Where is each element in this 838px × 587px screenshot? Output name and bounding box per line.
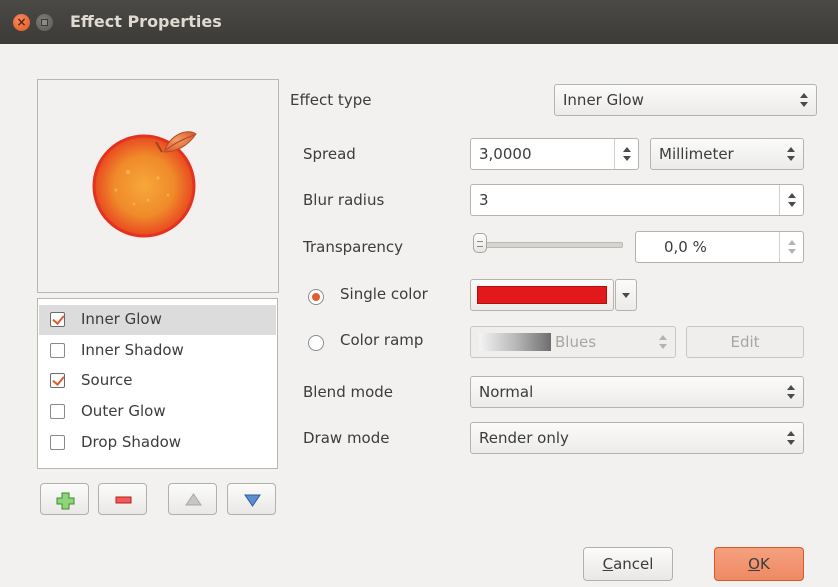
spread-value: 3,0000 — [479, 145, 532, 163]
orange-fruit-icon — [92, 131, 197, 238]
stepper-arrows-icon — [788, 193, 796, 207]
spread-input[interactable]: 3,0000 — [470, 138, 639, 170]
cancel-button-label: Cancel — [602, 555, 654, 573]
blur-radius-stepper[interactable] — [779, 185, 803, 215]
list-item-label: Drop Shadow — [81, 433, 182, 451]
arrow-down-icon — [244, 494, 261, 507]
add-effect-button[interactable] — [40, 483, 89, 515]
chevron-updown-icon — [659, 335, 667, 349]
cancel-button[interactable]: Cancel — [583, 547, 673, 581]
move-up-button[interactable] — [168, 483, 217, 515]
checkbox[interactable] — [50, 435, 65, 450]
blend-mode-select[interactable]: Normal — [470, 376, 804, 408]
blur-radius-label: Blur radius — [303, 191, 385, 209]
spread-unit-value: Millimeter — [659, 145, 734, 163]
close-icon[interactable]: × — [13, 14, 30, 31]
blur-radius-value: 3 — [479, 191, 489, 209]
window-title: Effect Properties — [70, 12, 222, 31]
color-swatch — [477, 286, 607, 304]
single-color-label: Single color — [340, 285, 428, 303]
checkbox[interactable] — [50, 312, 65, 327]
blend-mode-value: Normal — [479, 383, 534, 401]
move-down-button[interactable] — [227, 483, 276, 515]
spread-stepper[interactable] — [614, 139, 638, 169]
draw-mode-value: Render only — [479, 429, 569, 447]
minimize-icon[interactable] — [36, 14, 53, 31]
plus-icon — [56, 492, 75, 510]
effect-preview — [37, 79, 279, 293]
transparency-slider[interactable] — [473, 242, 623, 248]
spread-unit-select[interactable]: Millimeter — [650, 138, 804, 170]
edit-button-label: Edit — [730, 333, 760, 351]
checkbox[interactable] — [50, 343, 65, 358]
effect-type-select[interactable]: Inner Glow — [554, 84, 817, 116]
effects-list[interactable]: Inner Glow Inner Shadow Source Outer Glo… — [37, 298, 278, 469]
minus-icon — [115, 496, 132, 504]
color-ramp-label: Color ramp — [340, 331, 424, 349]
draw-mode-select[interactable]: Render only — [470, 422, 804, 454]
chevron-updown-icon — [800, 93, 808, 107]
chevron-updown-icon — [787, 431, 795, 445]
stepper-arrows-icon — [788, 240, 796, 254]
checkbox[interactable] — [50, 404, 65, 419]
color-ramp-select[interactable]: Blues — [470, 326, 676, 358]
arrow-up-icon — [185, 493, 202, 506]
transparency-input[interactable]: 0,0 % — [635, 231, 804, 263]
list-item-label: Inner Glow — [81, 310, 162, 328]
list-item-label: Source — [81, 371, 133, 389]
color-ramp-edit-button[interactable]: Edit — [686, 326, 804, 358]
single-color-radio[interactable] — [308, 289, 324, 305]
title-bar: × Effect Properties — [0, 0, 838, 44]
list-item-label: Outer Glow — [81, 402, 166, 420]
ok-button[interactable]: OK — [714, 547, 804, 581]
list-item[interactable]: Source — [39, 366, 276, 396]
list-item[interactable]: Inner Shadow — [39, 336, 276, 366]
dropdown-arrow-icon — [622, 293, 630, 298]
draw-mode-label: Draw mode — [303, 429, 390, 447]
chevron-updown-icon — [787, 147, 795, 161]
color-menu-button[interactable] — [615, 279, 637, 311]
color-picker-button[interactable] — [470, 279, 614, 311]
list-item[interactable]: Outer Glow — [39, 397, 276, 427]
chevron-updown-icon — [787, 385, 795, 399]
stepper-arrows-icon — [623, 147, 631, 161]
blur-radius-input[interactable]: 3 — [470, 184, 804, 216]
transparency-stepper[interactable] — [779, 232, 803, 262]
remove-effect-button[interactable] — [98, 483, 147, 515]
color-ramp-preview — [479, 333, 551, 351]
color-ramp-value: Blues — [555, 333, 597, 351]
list-item-label: Inner Shadow — [81, 341, 184, 359]
blend-mode-label: Blend mode — [303, 383, 394, 401]
checkbox[interactable] — [50, 373, 65, 388]
effect-type-label: Effect type — [290, 91, 372, 109]
list-item[interactable]: Inner Glow — [39, 305, 276, 335]
ok-button-label: OK — [748, 555, 770, 573]
spread-label: Spread — [303, 145, 356, 163]
transparency-slider-handle[interactable] — [473, 233, 487, 253]
effect-type-value: Inner Glow — [563, 91, 644, 109]
color-ramp-radio[interactable] — [308, 335, 324, 351]
transparency-value: 0,0 % — [664, 238, 707, 256]
transparency-label: Transparency — [303, 238, 404, 256]
list-item[interactable]: Drop Shadow — [39, 428, 276, 458]
